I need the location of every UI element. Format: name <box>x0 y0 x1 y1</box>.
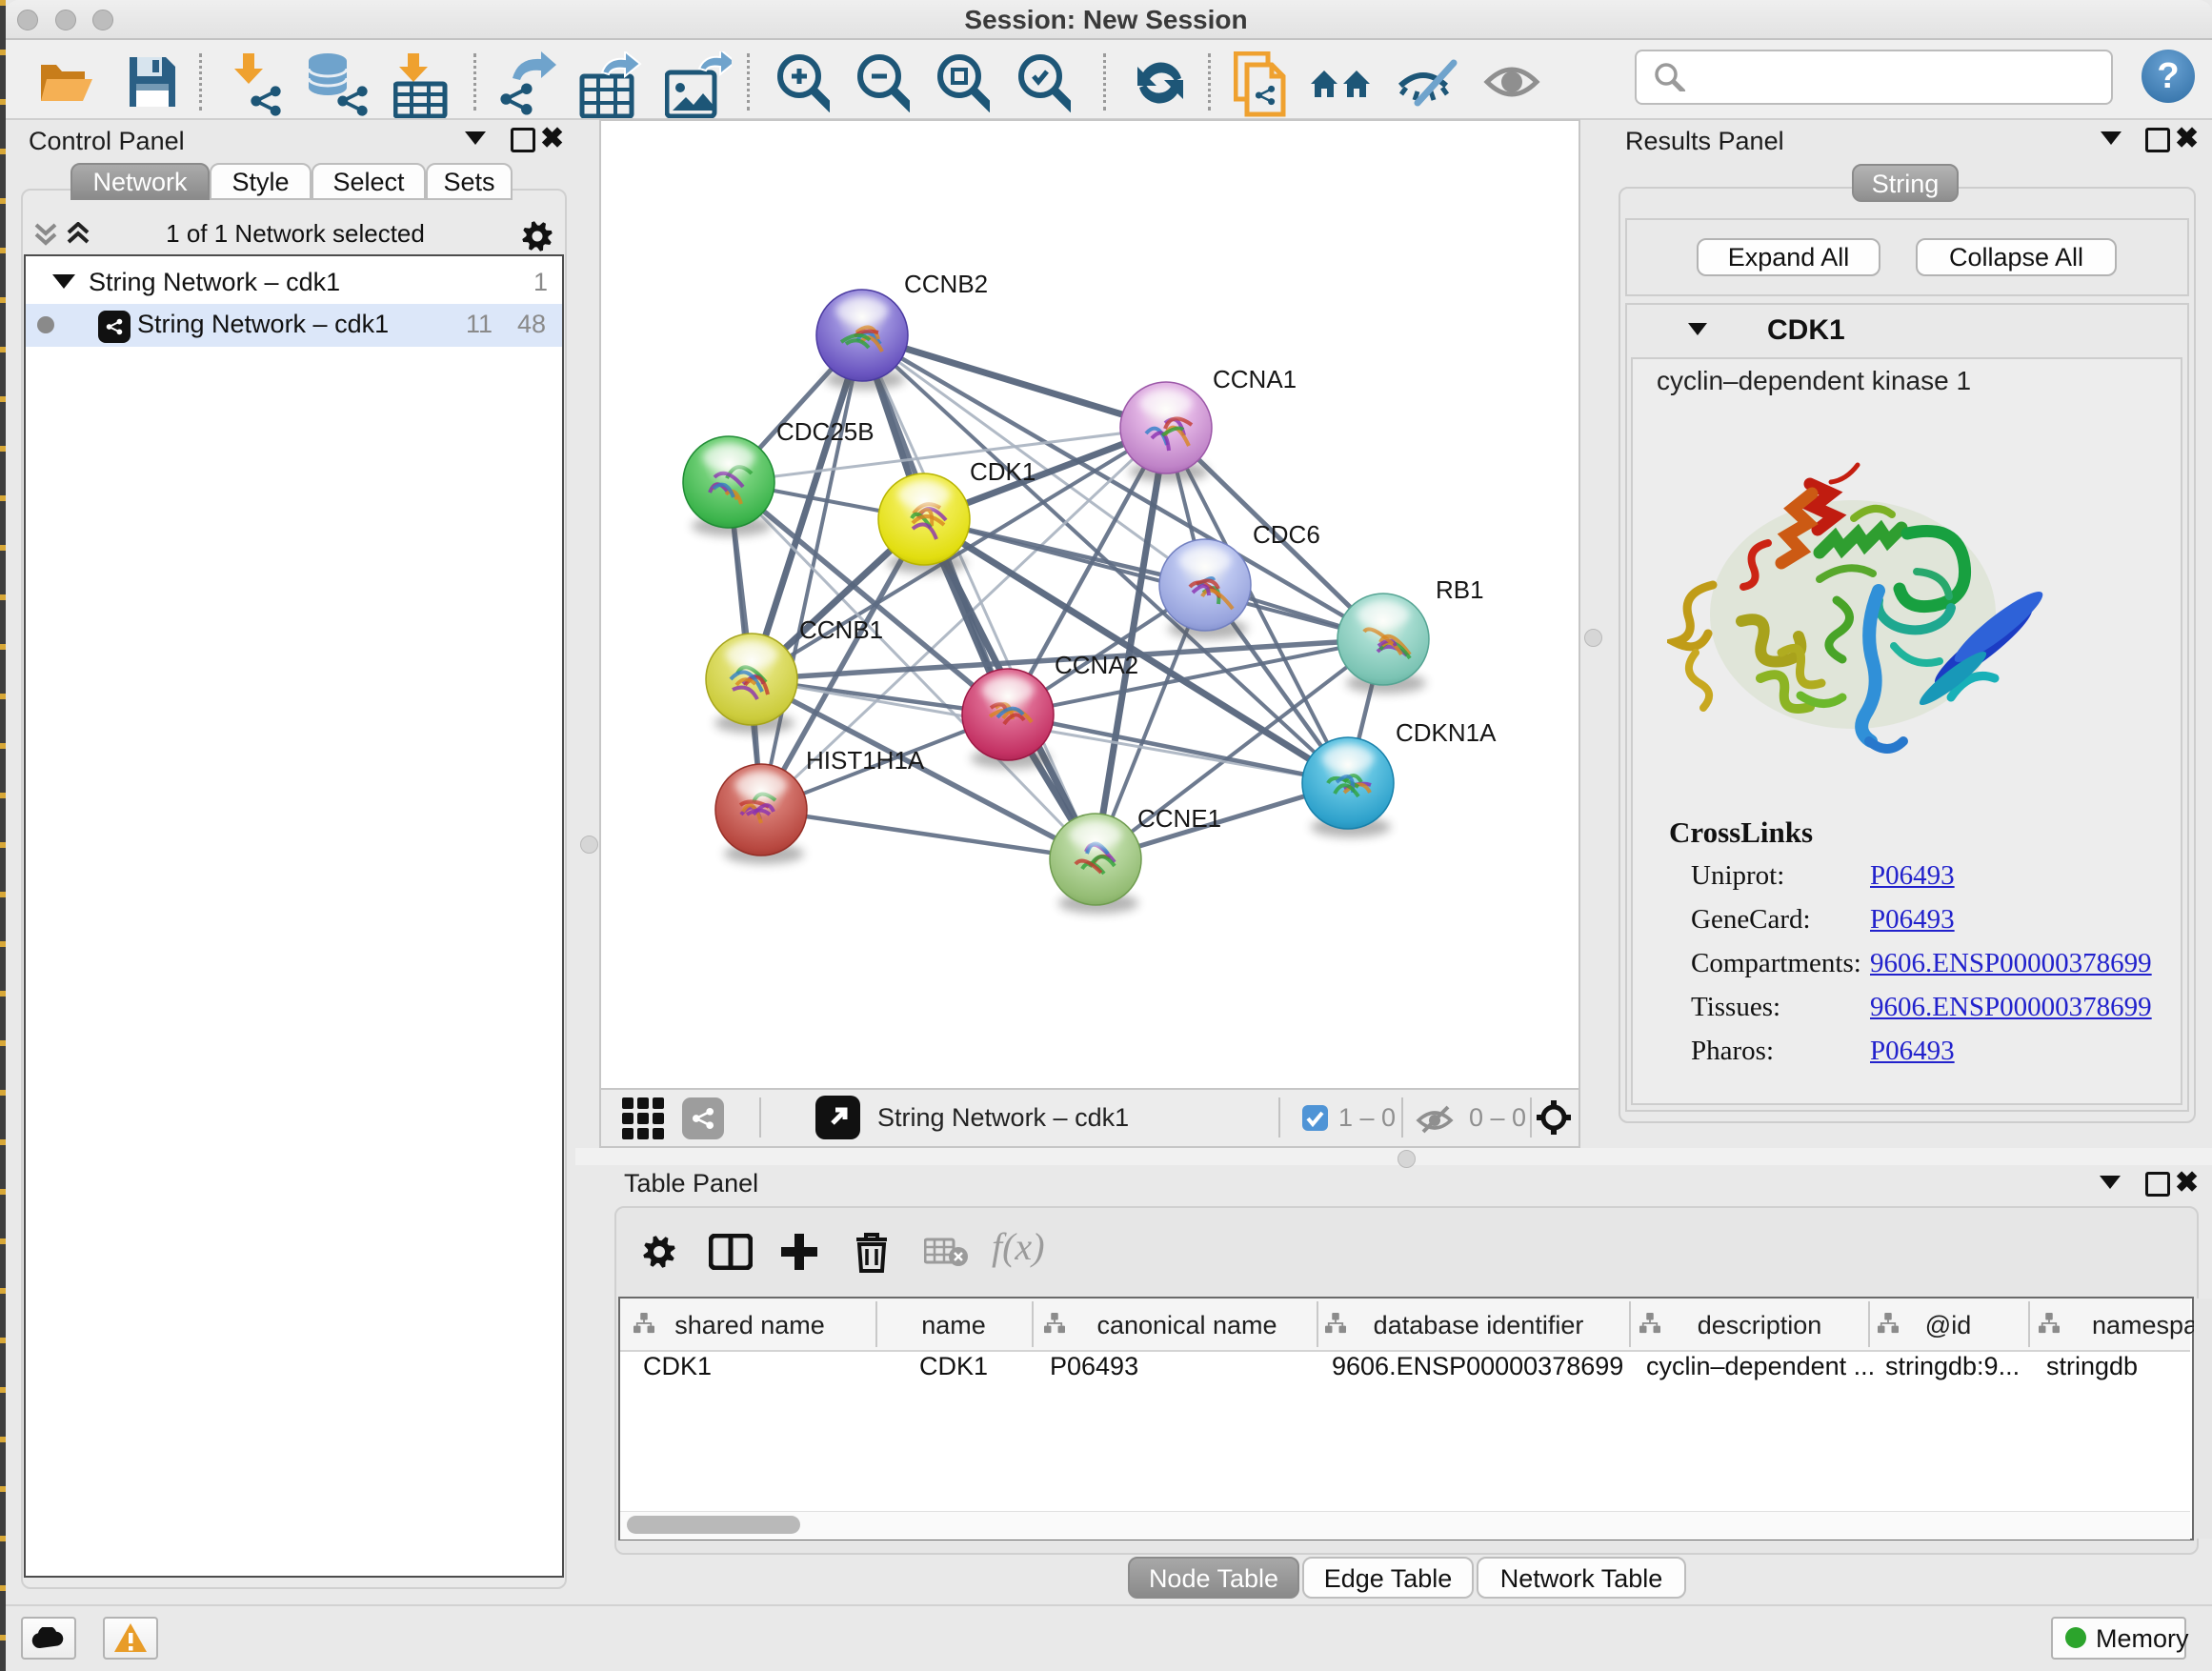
svg-text:CCNB1: CCNB1 <box>799 615 883 644</box>
svg-text:CCNE1: CCNE1 <box>1137 804 1221 833</box>
svg-text:CDC25B: CDC25B <box>776 417 875 446</box>
svg-text:CCNA1: CCNA1 <box>1213 365 1297 393</box>
svg-text:CDC6: CDC6 <box>1253 520 1320 549</box>
svg-text:CDKN1A: CDKN1A <box>1396 718 1497 747</box>
svg-text:HIST1H1A: HIST1H1A <box>806 746 925 775</box>
svg-text:CCNB2: CCNB2 <box>904 270 988 298</box>
svg-text:CDK1: CDK1 <box>970 457 1036 486</box>
svg-text:RB1: RB1 <box>1436 575 1484 604</box>
svg-text:CCNA2: CCNA2 <box>1055 651 1138 679</box>
